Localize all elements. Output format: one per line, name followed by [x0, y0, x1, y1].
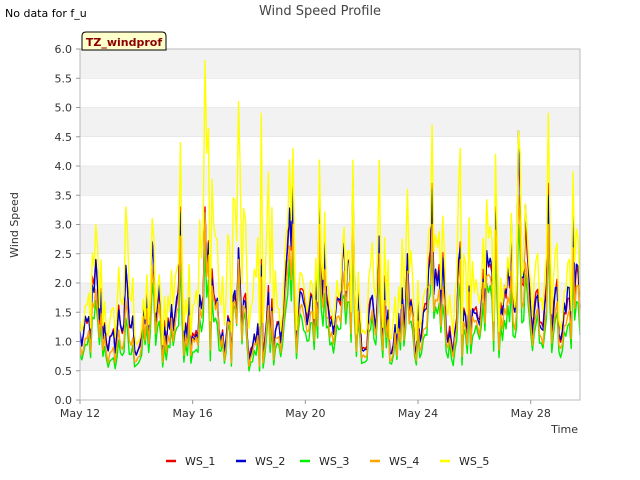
station-tag: TZ_windprof [81, 31, 167, 51]
x-tick-label-1: May 16 [173, 407, 213, 420]
x-tick-label-3: May 24 [398, 407, 438, 420]
chart-title: Wind Speed Profile [259, 4, 381, 19]
wind-speed-chart: No data for f_u Wind Speed Profile 0.00.… [5, 4, 581, 468]
y-tick-label-8: 4.0 [55, 160, 73, 173]
station-tag-label: TZ_windprof [86, 36, 162, 49]
no-data-note: No data for f_u [5, 7, 87, 20]
y-tick-label-9: 4.5 [55, 131, 73, 144]
x-tick-label-2: May 20 [285, 407, 325, 420]
x-axis-ticks: May 12 May 16 May 20 May 24 May 28 [60, 400, 551, 420]
band-5 [80, 224, 580, 254]
y-tick-label-10: 5.0 [55, 102, 73, 115]
y-tick-label-1: 0.5 [55, 365, 73, 378]
legend: WS_1 WS_2 WS_3 WS_4 WS_5 [166, 455, 489, 468]
band-7 [80, 166, 580, 196]
y-tick-label-3: 1.5 [55, 306, 73, 319]
y-tick-label-12: 6.0 [55, 43, 73, 56]
x-axis-label: Time [550, 423, 578, 436]
y-tick-label-11: 5.5 [55, 72, 73, 85]
y-tick-label-6: 3.0 [55, 219, 73, 232]
y-tick-label-7: 3.5 [55, 189, 73, 202]
legend-label-ws-1: WS_1 [185, 455, 215, 468]
x-tick-label-4: May 28 [511, 407, 551, 420]
legend-label-ws-5: WS_5 [459, 455, 489, 468]
band-1 [80, 341, 580, 371]
y-tick-label-5: 2.5 [55, 248, 73, 261]
y-tick-label-4: 2.0 [55, 277, 73, 290]
y-tick-label-0: 0.0 [55, 394, 73, 407]
band-9 [80, 107, 580, 137]
legend-label-ws-3: WS_3 [319, 455, 349, 468]
legend-label-ws-2: WS_2 [255, 455, 285, 468]
y-axis-ticks: 0.0 0.5 1.0 1.5 2.0 2.5 3.0 3.5 4.0 4.5 5.0 5.5 6.0 [55, 43, 80, 407]
band-11 [80, 49, 580, 79]
y-tick-label-2: 1.0 [55, 336, 73, 349]
y-axis-label: Wind Speed [8, 192, 21, 258]
x-tick-label-0: May 12 [60, 407, 100, 420]
legend-label-ws-4: WS_4 [389, 455, 419, 468]
